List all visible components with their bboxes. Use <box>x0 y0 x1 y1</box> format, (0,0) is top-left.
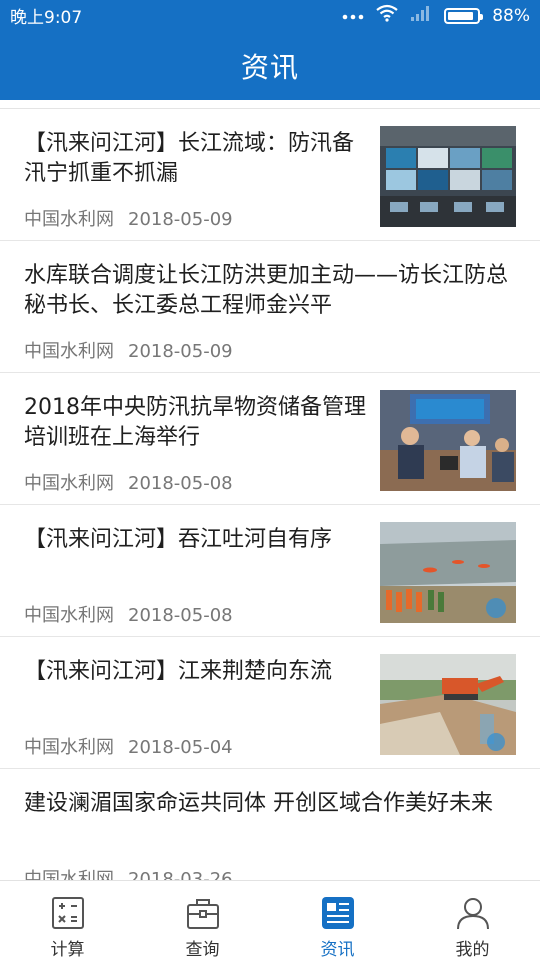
news-meta: 中国水利网 2018-05-09 <box>24 337 233 363</box>
news-date: 2018-05-09 <box>128 341 233 362</box>
news-item[interactable]: 【汛来问江河】吞江吐河自有序 中国水利网 2018-05-08 <box>0 505 540 637</box>
news-source: 中国水利网 <box>24 737 114 758</box>
tab-news[interactable]: 资讯 <box>270 881 405 960</box>
news-item[interactable]: 2018年中央防汛抗旱物资储备管理培训班在上海举行 中国水利网 2018-05-0… <box>0 373 540 505</box>
news-date: 2018-05-08 <box>128 473 233 494</box>
news-icon <box>321 897 354 929</box>
tab-label: 计算 <box>50 940 85 960</box>
battery-percent: 88% <box>492 5 530 26</box>
news-title: 【汛来问江河】吞江吐河自有序 <box>24 527 333 552</box>
news-item[interactable]: 【汛来问江河】长江流域：防汛备汛宁抓重不抓漏 中国水利网 2018-05-09 <box>0 109 540 241</box>
news-meta: 中国水利网 2018-03-26 <box>24 865 233 880</box>
signal-icon <box>410 5 432 26</box>
control-room-photo <box>380 126 516 227</box>
news-source: 中国水利网 <box>24 869 114 880</box>
tab-label: 我的 <box>455 940 490 960</box>
battery-level <box>448 11 474 20</box>
news-item[interactable]: 水库联合调度让长江防洪更加主动——访长江防总秘书长、长江委总工程师金兴平 中国水… <box>0 241 540 373</box>
tab-label: 资讯 <box>320 940 355 960</box>
tab-label: 查询 <box>185 940 220 960</box>
battery-icon <box>444 7 484 24</box>
status-indicators: 88% <box>342 4 530 27</box>
news-source: 中国水利网 <box>24 341 114 362</box>
news-title: 建设澜湄国家命运共同体 开创区域合作美好未来 <box>24 791 493 816</box>
tab-query[interactable]: 查询 <box>135 881 270 960</box>
status-time: 晚上9:07 <box>10 8 83 28</box>
excavator-levee-photo <box>380 654 516 755</box>
news-source: 中国水利网 <box>24 209 114 230</box>
page-title: 资讯 <box>240 50 299 84</box>
river-rescue-photo <box>380 522 516 623</box>
tab-mine[interactable]: 我的 <box>405 881 540 960</box>
news-list[interactable]: 【汛来问江河】长江流域：防汛备汛宁抓重不抓漏 中国水利网 2018-05-09 <box>0 108 540 880</box>
training-session-photo <box>380 390 516 491</box>
news-title: 【汛来问江河】江来荆楚向东流 <box>24 659 333 684</box>
news-item[interactable]: 【汛来问江河】江来荆楚向东流 中国水利网 2018-05-04 <box>0 637 540 769</box>
news-date: 2018-03-26 <box>128 869 233 880</box>
news-date: 2018-05-04 <box>128 737 233 758</box>
wifi-icon <box>376 4 398 27</box>
news-meta: 中国水利网 2018-05-08 <box>24 601 233 627</box>
news-title: 【汛来问江河】长江流域：防汛备汛宁抓重不抓漏 <box>24 131 355 186</box>
news-date: 2018-05-08 <box>128 605 233 626</box>
news-title: 水库联合调度让长江防洪更加主动——访长江防总秘书长、长江委总工程师金兴平 <box>24 263 509 318</box>
briefcase-icon <box>186 899 219 929</box>
news-source: 中国水利网 <box>24 605 114 626</box>
tab-calculate[interactable]: 计算 <box>0 881 135 960</box>
status-bar: 晚上9:07 88% <box>0 0 540 31</box>
news-meta: 中国水利网 2018-05-08 <box>24 469 233 495</box>
calculator-icon <box>51 897 84 929</box>
news-date: 2018-05-09 <box>128 209 233 230</box>
person-icon <box>456 898 489 930</box>
news-source: 中国水利网 <box>24 473 114 494</box>
news-meta: 中国水利网 2018-05-09 <box>24 205 233 231</box>
bottom-tab-bar: 计算 查询 资讯 我的 <box>0 880 540 960</box>
news-title: 2018年中央防汛抗旱物资储备管理培训班在上海举行 <box>24 395 366 450</box>
news-meta: 中国水利网 2018-05-04 <box>24 733 233 759</box>
app-bar: 资讯 <box>0 31 540 100</box>
more-dots-icon <box>342 6 364 26</box>
news-item[interactable]: 建设澜湄国家命运共同体 开创区域合作美好未来 中国水利网 2018-03-26 <box>0 769 540 880</box>
